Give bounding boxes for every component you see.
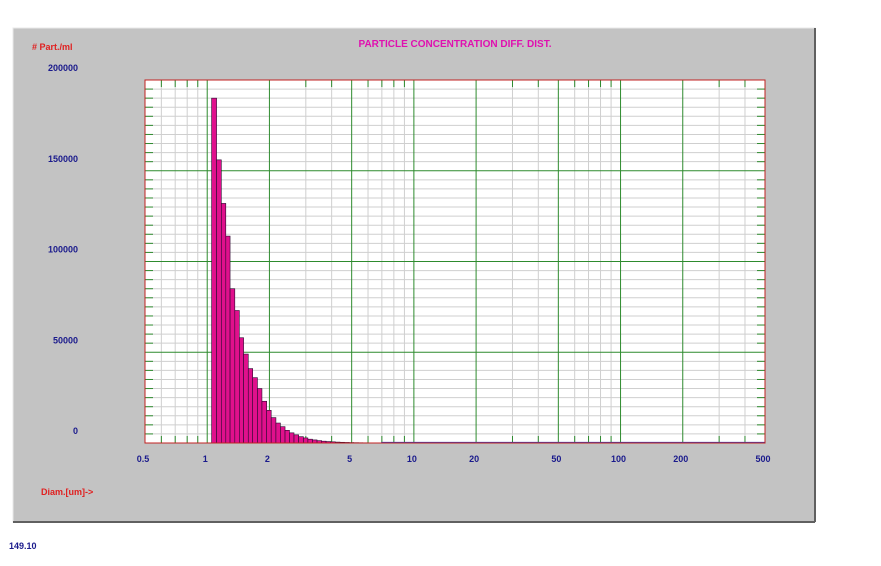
y-tick-label: 150000 bbox=[48, 154, 78, 164]
y-axis-title: # Part./ml bbox=[32, 42, 73, 52]
x-tick-label: 2 bbox=[265, 454, 270, 464]
bar bbox=[280, 426, 286, 444]
x-tick-label: 100 bbox=[611, 454, 626, 464]
x-axis-title: Diam.[um]-> bbox=[41, 487, 93, 497]
chart-title: PARTICLE CONCENTRATION DIFF. DIST. bbox=[359, 39, 552, 50]
bar bbox=[211, 97, 217, 444]
y-tick-label: 50000 bbox=[53, 335, 78, 345]
bar bbox=[229, 288, 236, 444]
bar bbox=[284, 429, 290, 444]
bar bbox=[289, 432, 295, 444]
bar bbox=[298, 436, 304, 444]
bar bbox=[307, 438, 313, 444]
y-tick-label: 200000 bbox=[48, 63, 78, 73]
bar bbox=[252, 377, 258, 444]
bar bbox=[221, 203, 227, 444]
x-tick-label: 20 bbox=[469, 454, 479, 464]
bar bbox=[270, 417, 277, 444]
bar bbox=[266, 410, 272, 444]
x-tick-label: 0.5 bbox=[137, 454, 150, 464]
bar bbox=[216, 159, 222, 444]
x-tick-label: 200 bbox=[673, 454, 688, 464]
bar bbox=[303, 437, 309, 444]
bar bbox=[225, 235, 231, 444]
footer-value: 149.10 bbox=[9, 541, 37, 551]
x-tick-label: 10 bbox=[407, 454, 417, 464]
y-tick-label: 100000 bbox=[48, 245, 78, 255]
bar bbox=[243, 353, 249, 444]
chart: 0 50000 100000 150000 200000 0.5 1 2 5 10 20 50 100 2… bbox=[12, 27, 816, 523]
bar bbox=[261, 400, 267, 444]
x-tick-label: 5 bbox=[347, 454, 352, 464]
y-tick-label: 0 bbox=[73, 426, 78, 436]
x-tick-label: 500 bbox=[755, 454, 770, 464]
bar bbox=[275, 422, 281, 444]
x-tick-label: 50 bbox=[551, 454, 561, 464]
bar bbox=[293, 434, 299, 444]
bar bbox=[234, 310, 240, 444]
x-tick-label: 1 bbox=[203, 454, 208, 464]
bar bbox=[239, 337, 244, 444]
bar bbox=[257, 388, 263, 444]
bar bbox=[247, 368, 254, 444]
